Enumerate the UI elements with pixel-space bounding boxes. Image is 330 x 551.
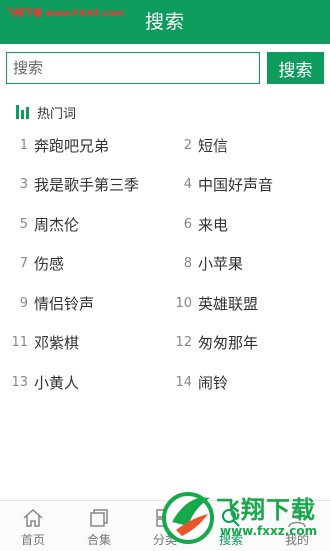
rank-number: 8 (183, 256, 192, 271)
hot-word-item[interactable]: 12 匆匆那年 (164, 328, 258, 358)
hot-word-item[interactable]: 9 情侣铃声 (0, 288, 94, 318)
rank-number: 5 (19, 216, 28, 232)
hot-row: 3 我是歌手第三季 4 中国好声音 (0, 170, 330, 210)
hot-word-item[interactable]: 7 伤感 (0, 249, 64, 279)
rank-number: 6 (183, 216, 192, 232)
tab-label: 首页 (20, 533, 45, 547)
rank-number: 3 (19, 177, 28, 192)
hot-row: 7 伤感 8 小苹果 (0, 249, 330, 289)
watermark-top-left: 飞翔下载 www.FXXZ.com (6, 9, 124, 19)
collection-icon (90, 509, 108, 527)
hot-word: 短信 (198, 136, 229, 155)
hot-word: 邓紫棋 (34, 334, 80, 352)
rank-number: 7 (19, 256, 28, 271)
hot-row: 13 小黄人 14 闹铃 (0, 367, 330, 407)
rank-number: 2 (183, 137, 192, 153)
rank-number: 4 (183, 177, 192, 192)
home-icon (23, 508, 43, 527)
hot-word-item[interactable]: 4 中国好声音 (164, 170, 273, 200)
hot-word-item[interactable]: 2 短信 (164, 130, 228, 160)
tab-home[interactable]: 首页 (0, 501, 66, 551)
hot-row: 5 周杰伦 6 来电 (0, 209, 330, 249)
hot-words-list: 1 奔跑吧兄弟 2 短信 3 我是歌手第三季 4 中国好声音 5 周杰伦 6 来电 7 伤感 … (0, 130, 330, 407)
hot-word-item[interactable]: 8 小苹果 (164, 249, 243, 279)
rank-number: 13 (11, 374, 28, 390)
hot-word-item[interactable]: 10 英雄联盟 (164, 288, 258, 318)
search-input[interactable] (6, 52, 260, 84)
hot-word-item[interactable]: 3 我是歌手第三季 (0, 170, 139, 200)
watermark-bottom-right: 飞翔下载 www.fxxz.com (158, 480, 330, 550)
hot-word-item[interactable]: 5 周杰伦 (0, 209, 79, 239)
hot-words-header: 热门词 (16, 102, 76, 122)
hot-words-label: 热门词 (37, 106, 77, 122)
hot-row: 1 奔跑吧兄弟 2 短信 (0, 130, 330, 170)
rank-number: 1 (19, 137, 28, 153)
tab-label: 合集 (86, 533, 111, 547)
hot-word: 我是歌手第三季 (34, 176, 140, 194)
hot-word: 来电 (198, 215, 229, 234)
watermark-text: 飞翔下载 (216, 496, 316, 524)
hot-word-item[interactable]: 11 邓紫棋 (0, 328, 79, 358)
hot-row: 11 邓紫棋 12 匆匆那年 (0, 328, 330, 368)
rank-number: 10 (175, 295, 192, 311)
hot-word: 闹铃 (198, 373, 229, 392)
hot-word: 奔跑吧兄弟 (34, 136, 110, 155)
search-bar: 搜索 (6, 52, 324, 86)
hot-word-item[interactable]: 6 来电 (164, 209, 228, 239)
watermark-url: www.fxxz.com (220, 524, 318, 538)
hot-word: 小苹果 (198, 255, 244, 273)
app-header: 搜索 飞翔下载 www.FXXZ.com (0, 0, 330, 44)
bar-chart-icon (16, 105, 31, 119)
hot-word: 中国好声音 (198, 176, 274, 194)
hot-word-item[interactable]: 14 闹铃 (164, 367, 228, 397)
tab-collection[interactable]: 合集 (66, 501, 132, 551)
hot-word: 小黄人 (34, 373, 80, 392)
watermark-logo-icon (162, 492, 214, 544)
hot-word: 情侣铃声 (34, 294, 95, 313)
rank-number: 12 (175, 335, 192, 350)
hot-word: 英雄联盟 (198, 294, 259, 313)
hot-word-item[interactable]: 13 小黄人 (0, 367, 79, 397)
hot-word: 周杰伦 (34, 215, 80, 234)
search-button[interactable]: 搜索 (267, 52, 324, 84)
hot-word: 匆匆那年 (198, 334, 259, 352)
rank-number: 14 (175, 374, 192, 390)
hot-word: 伤感 (34, 255, 65, 273)
hot-row: 9 情侣铃声 10 英雄联盟 (0, 288, 330, 328)
rank-number: 9 (19, 295, 28, 311)
hot-word-item[interactable]: 1 奔跑吧兄弟 (0, 130, 109, 160)
rank-number: 11 (11, 335, 28, 350)
